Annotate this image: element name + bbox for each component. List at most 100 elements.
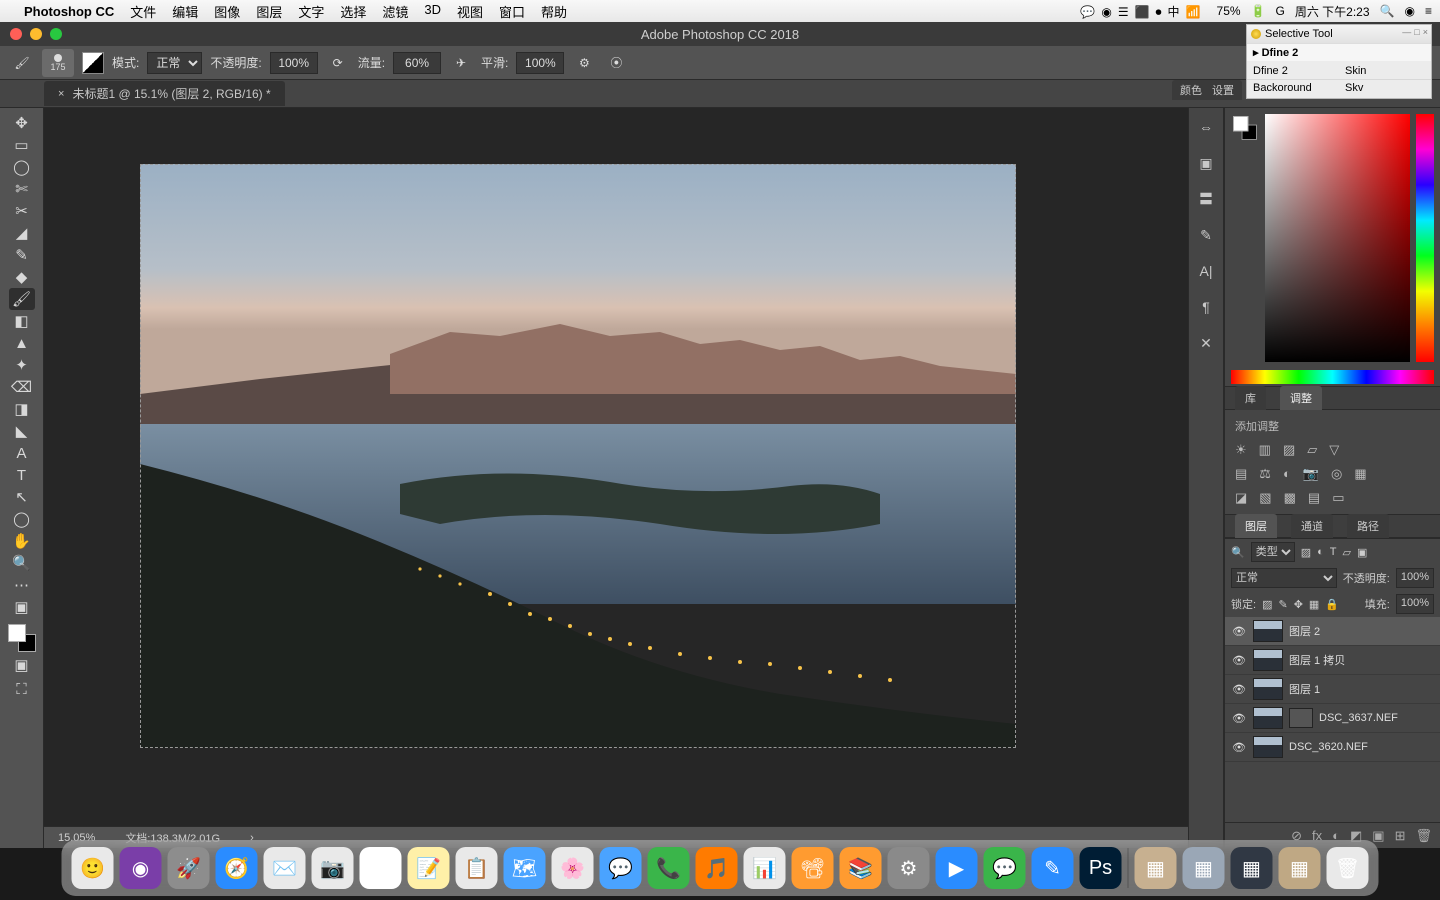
visibility-toggle[interactable]: 👁: [1231, 741, 1247, 754]
menu-图层[interactable]: 图层: [256, 2, 282, 21]
menubar-status-icon[interactable]: ⏺: [1156, 5, 1162, 19]
tool-9[interactable]: ◧: [9, 310, 35, 332]
collapsed-panel-icon[interactable]: ⇔: [1195, 116, 1217, 138]
menu-选择[interactable]: 选择: [340, 2, 366, 21]
canvas[interactable]: 15.05% 文档:138.3M/2.01G ›: [44, 108, 1188, 848]
dock-recent[interactable]: 🗑: [1327, 847, 1369, 889]
document-tab[interactable]: × 未标题1 @ 15.1% (图层 2, RGB/16) *: [44, 81, 285, 106]
tool-2[interactable]: ◯: [9, 156, 35, 178]
dock-app[interactable]: 📽: [792, 847, 834, 889]
tool-19[interactable]: ✋: [9, 530, 35, 552]
dock-app[interactable]: ▶: [936, 847, 978, 889]
layer-thumbnail[interactable]: [1253, 649, 1283, 671]
posterize-icon[interactable]: ▧: [1259, 490, 1271, 506]
dock-app[interactable]: 🧭: [216, 847, 258, 889]
dock-app[interactable]: ✎: [1032, 847, 1074, 889]
layer-thumbnail[interactable]: [1253, 707, 1283, 729]
tab-paths[interactable]: 路径: [1347, 514, 1389, 538]
tool-6[interactable]: ✎: [9, 244, 35, 266]
brightness-icon[interactable]: ☀: [1235, 442, 1247, 458]
selective-tool-heading[interactable]: ▸ Dfine 2: [1247, 43, 1431, 61]
dock-app[interactable]: 💬: [984, 847, 1026, 889]
dock-app[interactable]: ⚙: [888, 847, 930, 889]
tool-20[interactable]: 🔍: [9, 552, 35, 574]
visibility-toggle[interactable]: 👁: [1231, 683, 1247, 696]
plugin-item[interactable]: Dfine 2: [1247, 63, 1339, 79]
dock-app[interactable]: 14: [360, 847, 402, 889]
collapsed-panel-icon[interactable]: ✕: [1195, 332, 1217, 354]
collapsed-panel-icon[interactable]: ✎: [1195, 224, 1217, 246]
fill-value[interactable]: 100%: [1396, 594, 1434, 614]
filter-smart-icon[interactable]: ▣: [1357, 546, 1367, 559]
panel-fg-bg[interactable]: [1233, 116, 1257, 140]
layer-row[interactable]: 👁 图层 1: [1225, 675, 1440, 704]
tool-13[interactable]: ◨: [9, 398, 35, 420]
layer-name[interactable]: DSC_3637.NEF: [1319, 712, 1398, 724]
tool-preset-icon[interactable]: 🖌: [10, 51, 34, 75]
dock-app[interactable]: 📞: [648, 847, 690, 889]
brush-swatch[interactable]: [82, 52, 104, 74]
foreground-color[interactable]: [8, 624, 26, 642]
collapsed-panel-icon[interactable]: A|: [1195, 260, 1217, 282]
tool-15[interactable]: A: [9, 442, 35, 464]
threshold-icon[interactable]: ▩: [1284, 490, 1296, 506]
notification-center-icon[interactable]: ≡: [1425, 4, 1432, 18]
tool-11[interactable]: ✦: [9, 354, 35, 376]
filter-pixel-icon[interactable]: ▨: [1301, 546, 1311, 559]
foreground-background-swatch[interactable]: [8, 624, 36, 652]
layer-thumbnail[interactable]: [1253, 620, 1283, 642]
photo-filter-icon[interactable]: 📷: [1303, 466, 1319, 482]
menu-图像[interactable]: 图像: [214, 2, 240, 21]
color-spectrum[interactable]: [1231, 370, 1434, 384]
menu-文字[interactable]: 文字: [298, 2, 324, 21]
opacity-pressure-icon[interactable]: ⟳: [326, 51, 350, 75]
brush-preview[interactable]: 175: [42, 49, 74, 77]
layer-action-icon[interactable]: ⊞: [1395, 828, 1406, 844]
menu-文件[interactable]: 文件: [130, 2, 156, 21]
hue-icon[interactable]: ▤: [1235, 466, 1247, 482]
dock-recent[interactable]: ▦: [1231, 847, 1273, 889]
tab-channels[interactable]: 通道: [1291, 514, 1333, 538]
tool-18[interactable]: ◯: [9, 508, 35, 530]
dock-app[interactable]: ✉️: [264, 847, 306, 889]
plugin-item[interactable]: Backoround: [1247, 79, 1339, 96]
menubar-status-icon[interactable]: ◉: [1101, 5, 1111, 19]
dock-app[interactable]: 💬: [600, 847, 642, 889]
plugin-item[interactable]: Skv: [1339, 79, 1431, 96]
layer-row[interactable]: 👁 DSC_3620.NEF: [1225, 733, 1440, 762]
smooth-options-icon[interactable]: ⚙: [572, 51, 596, 75]
clock[interactable]: 周六 下午2:23: [1295, 3, 1370, 20]
flow-value[interactable]: 60%: [393, 52, 441, 74]
layer-action-icon[interactable]: 🗑: [1415, 828, 1432, 844]
layer-thumbnail[interactable]: [1253, 736, 1283, 758]
tool-1[interactable]: ▭: [9, 134, 35, 156]
tool-21[interactable]: ⋯: [9, 574, 35, 596]
layer-name[interactable]: 图层 1 拷贝: [1289, 652, 1345, 668]
layer-name[interactable]: 图层 2: [1289, 623, 1320, 639]
mixer-icon[interactable]: ◎: [1331, 466, 1342, 482]
blend-mode-select[interactable]: 正常: [147, 52, 202, 74]
layer-row[interactable]: 👁 图层 2: [1225, 617, 1440, 646]
layer-row[interactable]: 👁 图层 1 拷贝: [1225, 646, 1440, 675]
lock-all-icon[interactable]: 🔒: [1325, 598, 1339, 611]
spotlight-icon[interactable]: 🔍: [1380, 4, 1395, 18]
tool-7[interactable]: ◆: [9, 266, 35, 288]
layer-thumbnail[interactable]: [1253, 678, 1283, 700]
dock-app[interactable]: 📋: [456, 847, 498, 889]
lut-icon[interactable]: ▦: [1354, 466, 1366, 482]
smooth-value[interactable]: 100%: [516, 52, 564, 74]
tool-5[interactable]: ◢: [9, 222, 35, 244]
gradient-map-icon[interactable]: ▭: [1332, 490, 1344, 506]
selective-tool-window[interactable]: Selective Tool —□× ▸ Dfine 2 Dfine 2Skin…: [1246, 24, 1432, 99]
menu-编辑[interactable]: 编辑: [172, 2, 198, 21]
airbrush-icon[interactable]: ✈: [449, 51, 473, 75]
hue-slider[interactable]: [1416, 114, 1434, 362]
menu-视图[interactable]: 视图: [457, 2, 483, 21]
dock-app[interactable]: 🌸: [552, 847, 594, 889]
maximize-icon[interactable]: □: [1414, 27, 1419, 37]
close-icon[interactable]: ×: [58, 88, 64, 100]
tab-color[interactable]: 颜色: [1180, 82, 1202, 98]
dock-app[interactable]: 🚀: [168, 847, 210, 889]
curves-icon[interactable]: ▨: [1283, 442, 1295, 458]
dock-app[interactable]: 📊: [744, 847, 786, 889]
